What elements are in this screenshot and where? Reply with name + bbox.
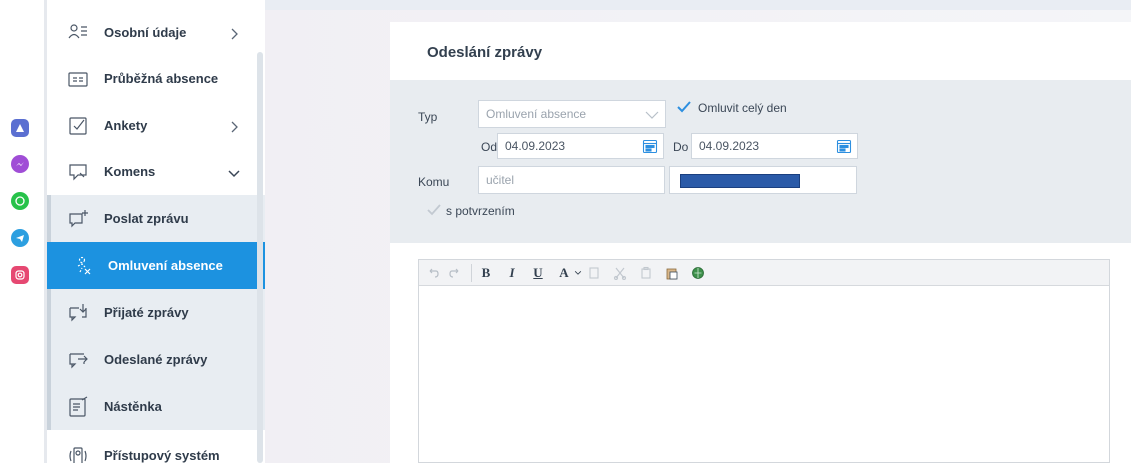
redo-icon[interactable]: [447, 263, 463, 283]
recipient-selected-field[interactable]: [669, 166, 857, 194]
sidebar-item-nastenka[interactable]: Nástěnka: [47, 383, 265, 430]
sent-icon: [65, 347, 91, 373]
sidebar-item-label: Průběžná absence: [104, 71, 219, 86]
id-card-icon: [65, 66, 91, 92]
sidebar: Osobní údaje Průběžná absence Ankety Kom…: [47, 0, 265, 463]
whatsapp-icon[interactable]: [11, 192, 29, 210]
sidebar-item-label: Přístupový systém: [104, 448, 220, 463]
editor-toolbar: B I U A: [419, 260, 1109, 286]
recipient-input[interactable]: učitel: [478, 166, 665, 194]
top-strip: [265, 0, 1131, 10]
to-date-value: 04.09.2023: [699, 139, 760, 153]
instagram-icon[interactable]: [11, 266, 29, 284]
page-title: Odeslání zprávy: [427, 44, 543, 61]
sidebar-item-label: Omluvení absence: [108, 258, 223, 273]
app-dock: [0, 0, 44, 463]
italic-button[interactable]: I: [504, 263, 520, 283]
sidebar-item-pristupovy-system[interactable]: Přístupový systém: [47, 432, 265, 463]
access-system-icon: [65, 443, 91, 463]
recipient-value: učitel: [486, 173, 515, 187]
sidebar-scrollbar[interactable]: [257, 52, 263, 463]
full-day-checkbox[interactable]: [676, 99, 692, 115]
font-color-dropdown-icon[interactable]: [574, 263, 582, 283]
sidebar-item-omluveni-absence[interactable]: Omluvení absence: [47, 242, 265, 289]
spellcheck-icon[interactable]: [690, 263, 706, 283]
font-color-button[interactable]: A: [556, 263, 572, 283]
sidebar-item-label: Ankety: [104, 118, 148, 133]
sidebar-item-osobni-udaje[interactable]: Osobní údaje: [47, 9, 265, 56]
underline-button[interactable]: U: [530, 263, 546, 283]
sidebar-item-label: Odeslané zprávy: [104, 352, 208, 367]
to-date-input[interactable]: 04.09.2023: [691, 133, 858, 159]
chevron-right-icon: [227, 119, 241, 133]
cut-icon[interactable]: [612, 263, 628, 283]
messenger-icon[interactable]: [11, 155, 29, 173]
confirmation-label: s potvrzením: [446, 204, 515, 218]
undo-icon[interactable]: [425, 263, 441, 283]
noticeboard-icon: [65, 394, 91, 420]
full-day-label: Omluvit celý den: [698, 101, 787, 115]
recipient-label: Komu: [418, 175, 450, 189]
inbox-icon: [65, 300, 91, 326]
sidebar-item-poslat-zpravu[interactable]: Poslat zprávu: [47, 195, 265, 242]
type-label: Typ: [418, 110, 438, 124]
calendar-icon[interactable]: [836, 138, 852, 154]
chevron-down-icon: [227, 165, 241, 179]
confirmation-checkbox[interactable]: [426, 202, 442, 218]
from-date-input[interactable]: 04.09.2023: [497, 133, 664, 159]
sidebar-item-komens[interactable]: Komens: [47, 148, 265, 195]
sidebar-item-ankety[interactable]: Ankety: [47, 102, 265, 149]
rich-text-editor: B I U A: [418, 259, 1110, 463]
sidebar-item-odeslane-zpravy[interactable]: Odeslané zprávy: [47, 336, 265, 383]
telegram-icon[interactable]: [11, 229, 29, 247]
chat-bubble-icon: [65, 159, 91, 185]
excuse-absence-icon: [69, 253, 95, 279]
paste-icon[interactable]: [638, 263, 654, 283]
type-select-value: Omluvení absence: [486, 107, 587, 121]
new-message-icon: [65, 206, 91, 232]
checkbox-icon: [65, 113, 91, 139]
redacted-block: [680, 174, 800, 188]
to-label: Do: [673, 140, 689, 154]
paste-special-icon[interactable]: [664, 263, 680, 283]
sidebar-item-label: Přijaté zprávy: [104, 305, 189, 320]
copy-icon[interactable]: [586, 263, 602, 283]
message-form: Typ Omluvení absence Omluvit celý den Od…: [390, 80, 1131, 243]
message-panel: Odeslání zprávy Typ Omluvení absence Oml…: [390, 22, 1131, 463]
chevron-right-icon: [227, 26, 241, 40]
sidebar-item-label: Poslat zprávu: [104, 211, 189, 226]
sidebar-item-prijate-zpravy[interactable]: Přijaté zprávy: [47, 289, 265, 336]
sidebar-item-prubezna-absence[interactable]: Průběžná absence: [47, 55, 265, 102]
from-label: Od: [481, 140, 498, 154]
from-date-value: 04.09.2023: [505, 139, 566, 153]
calendar-icon[interactable]: [642, 138, 658, 154]
bold-button[interactable]: B: [478, 263, 494, 283]
sidebar-item-label: Osobní údaje: [104, 25, 187, 40]
sidebar-item-label: Komens: [104, 164, 156, 179]
toolbar-separator: [471, 263, 472, 282]
chevron-down-icon: [645, 108, 659, 122]
app-launcher-icon[interactable]: [11, 119, 29, 137]
sidebar-item-label: Nástěnka: [104, 399, 162, 414]
person-card-icon: [65, 20, 91, 46]
type-select[interactable]: Omluvení absence: [478, 100, 666, 128]
